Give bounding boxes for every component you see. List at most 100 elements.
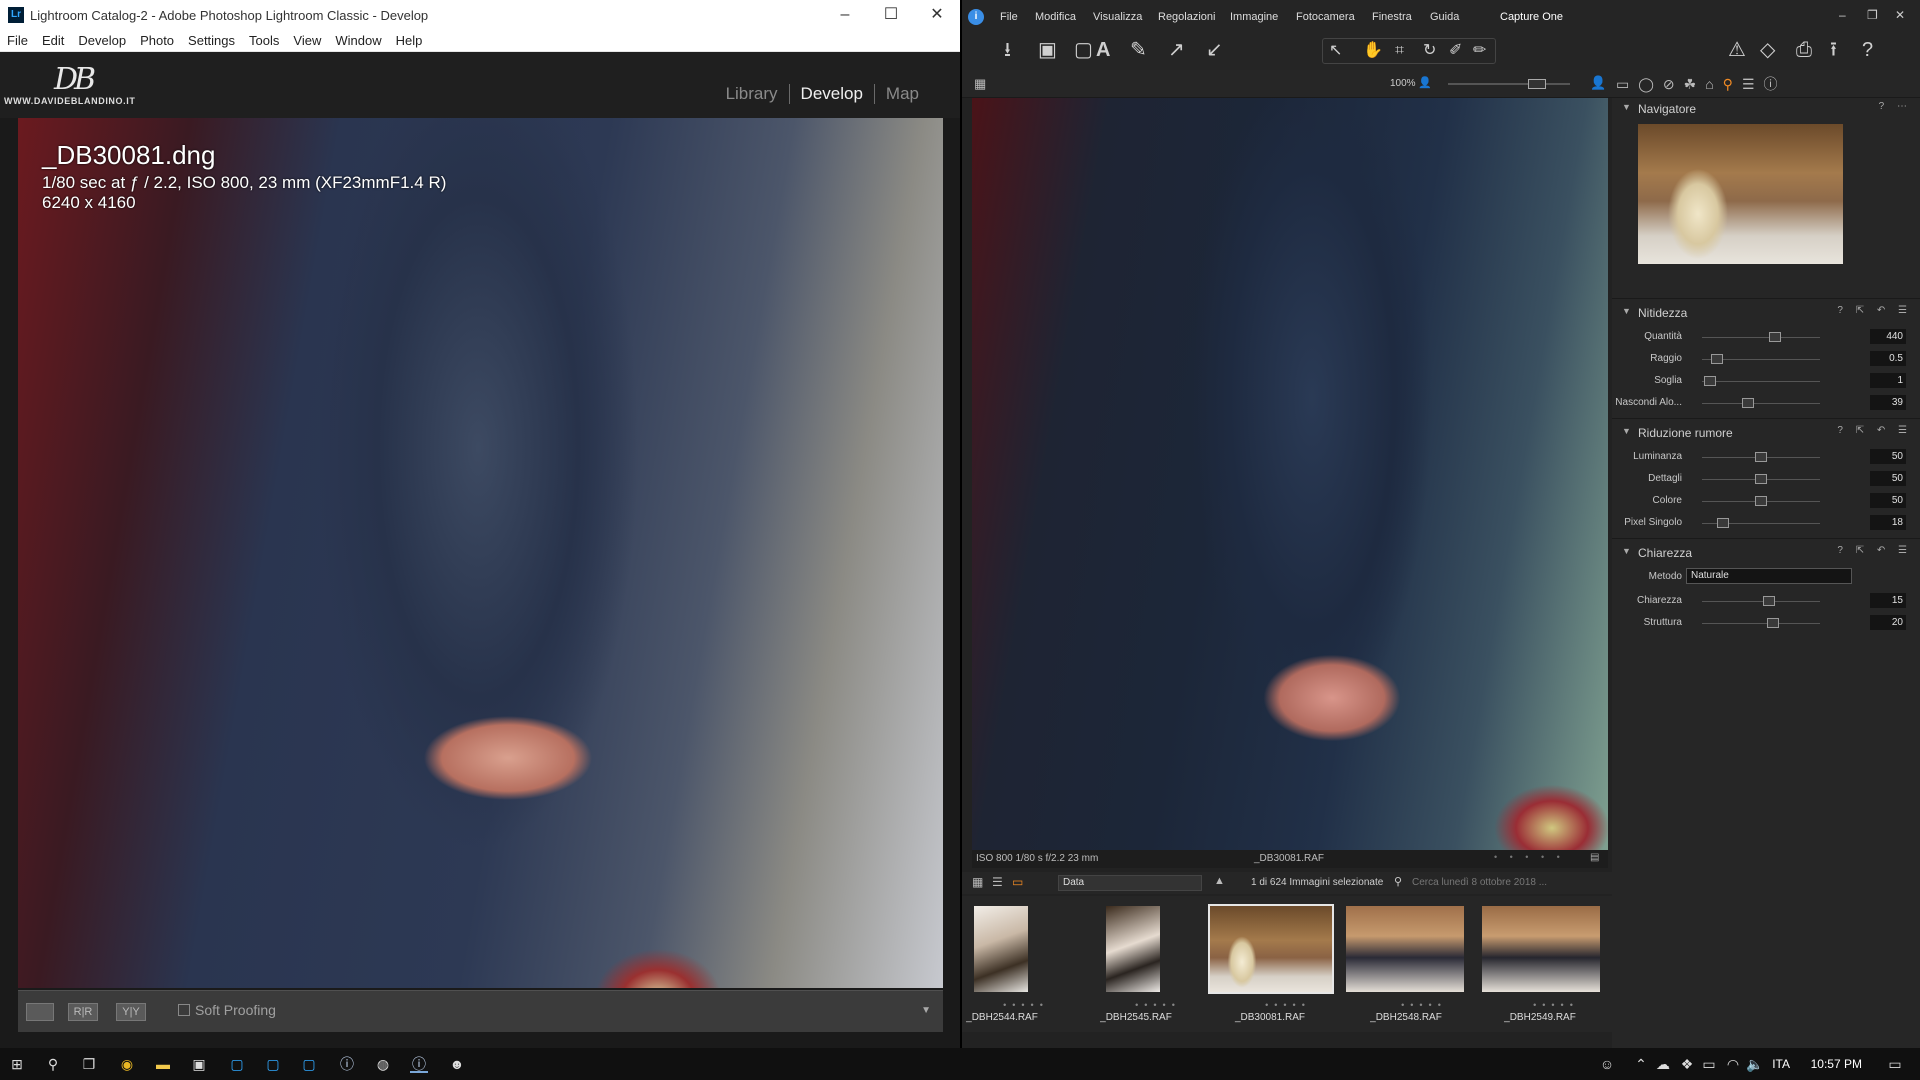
slider-soglia[interactable]: Soglia 1	[1612, 372, 1920, 390]
thumbnail[interactable]	[972, 904, 1030, 994]
task-view-icon[interactable]: ❐	[80, 1055, 98, 1073]
c1-menu-modifica[interactable]: Modifica	[1035, 11, 1076, 23]
c1-menu-guida[interactable]: Guida	[1430, 11, 1459, 23]
start-windows-icon[interactable]: ⊞	[8, 1055, 26, 1073]
c1-maximize-button[interactable]: ❐	[1867, 8, 1878, 22]
slider-track[interactable]	[1702, 623, 1820, 624]
status-rating-dots[interactable]: • • • • •	[1494, 852, 1565, 862]
slider-value[interactable]: 50	[1870, 449, 1906, 464]
maximize-button[interactable]: ☐	[868, 0, 914, 30]
close-button[interactable]: ✕	[914, 0, 960, 30]
color-tab-icon[interactable]: ☘	[1684, 76, 1706, 92]
section-actions[interactable]: ? ⋯	[1879, 101, 1912, 112]
module-library[interactable]: Library	[715, 84, 789, 104]
search-icon[interactable]: ⚲	[1394, 875, 1402, 888]
navigator-header[interactable]: ▼ Navigatore ? ⋯	[1612, 98, 1920, 120]
photoshop-taskbar-icon[interactable]: ▢	[300, 1055, 318, 1073]
zoom-out-person-icon[interactable]: 👤	[1418, 76, 1432, 89]
thumbnail[interactable]	[1480, 904, 1602, 994]
search-icon[interactable]: ⚲	[44, 1055, 62, 1073]
store-icon[interactable]: ▣	[190, 1055, 208, 1073]
c1-menu-immagine[interactable]: Immagine	[1230, 11, 1278, 23]
tool-tabs[interactable]: ▭◯⊘☘⌂⚲☰ⓘ	[1616, 74, 1787, 94]
slider-dettagli[interactable]: Dettagli 50	[1612, 470, 1920, 488]
apply-adjustments-icon[interactable]: ↙	[1206, 40, 1223, 60]
thumbnail[interactable]	[1104, 904, 1162, 994]
color-picker-icon[interactable]: ✐	[1449, 41, 1462, 61]
globe-icon[interactable]: ◍	[374, 1055, 392, 1073]
slider-knob[interactable]	[1755, 496, 1767, 506]
browser-grid-icon[interactable]: ▦	[972, 875, 983, 889]
slider-knob[interactable]	[1742, 398, 1755, 408]
chevron-down-icon[interactable]: ▼	[1622, 306, 1631, 316]
menu-photo[interactable]: Photo	[133, 30, 181, 48]
slider-track[interactable]	[1702, 403, 1820, 404]
c1-close-button[interactable]: ✕	[1895, 8, 1905, 22]
copy-adjustments-icon[interactable]: ↗	[1168, 40, 1185, 60]
grid-view-icon[interactable]: ▦	[974, 76, 986, 92]
menu-develop[interactable]: Develop	[71, 30, 133, 48]
lens-tab-icon[interactable]: ⊘	[1663, 76, 1684, 92]
zoom-in-person-icon[interactable]: 👤	[1590, 75, 1606, 91]
c1-menu-visualizza[interactable]: Visualizza	[1093, 11, 1142, 23]
thumbnail-rating[interactable]: •••••	[1492, 1000, 1620, 1010]
noise-header[interactable]: ▼ Riduzione rumore ? ⇱ ↶ ☰	[1612, 422, 1920, 444]
section-actions[interactable]: ? ⇱ ↶ ☰	[1837, 305, 1912, 316]
dropbox-icon[interactable]: ❖	[1678, 1055, 1696, 1073]
toolbar-menu-chevron-icon[interactable]: ▼	[921, 1005, 931, 1016]
captureone-active-taskbar-icon[interactable]: ⓘ	[410, 1055, 428, 1073]
metadata-tab-icon[interactable]: ☰	[1742, 76, 1764, 92]
battery-icon[interactable]: ▭	[1700, 1055, 1718, 1073]
slider-knob[interactable]	[1711, 354, 1724, 364]
slider-colore[interactable]: Colore 50	[1612, 492, 1920, 510]
language-indicator[interactable]: ITA	[1772, 1057, 1790, 1071]
exposure-tab-icon[interactable]: ⌂	[1705, 76, 1722, 92]
menu-tools[interactable]: Tools	[242, 30, 286, 48]
before-after-yy-button[interactable]: Y|Y	[116, 1003, 146, 1021]
menu-view[interactable]: View	[286, 30, 328, 48]
sharpening-header[interactable]: ▼ Nitidezza ? ⇱ ↶ ☰	[1612, 302, 1920, 324]
c1-menu-fotocamera[interactable]: Fotocamera	[1296, 11, 1355, 23]
slider-value[interactable]: 440	[1870, 329, 1906, 344]
proof-icon[interactable]: ◇	[1760, 40, 1775, 60]
info-tab-icon[interactable]: ⓘ	[1764, 76, 1787, 92]
file-explorer-icon[interactable]: ▬	[154, 1055, 172, 1073]
thumbnail[interactable]	[1344, 904, 1466, 994]
clarity-method-row[interactable]: Metodo Naturale	[1612, 568, 1920, 586]
chevron-down-icon[interactable]: ▼	[1622, 102, 1631, 112]
brush-icon[interactable]: ✎	[1130, 40, 1147, 60]
lightroom-cc-taskbar-icon[interactable]: ▢	[264, 1055, 282, 1073]
menu-help[interactable]: Help	[389, 30, 430, 48]
print-icon[interactable]: ⎙	[1796, 40, 1812, 60]
section-actions[interactable]: ? ⇱ ↶ ☰	[1837, 545, 1912, 556]
method-select[interactable]: Naturale	[1686, 568, 1852, 584]
zoom-slider-knob[interactable]	[1528, 79, 1546, 89]
warning-icon[interactable]: ⚠	[1728, 40, 1746, 60]
slider-value[interactable]: 18	[1870, 515, 1906, 530]
slider-knob[interactable]	[1755, 474, 1767, 484]
lightroom-titlebar[interactable]: Lr Lightroom Catalog-2 - Adobe Photoshop…	[0, 0, 960, 30]
module-map[interactable]: Map	[873, 84, 930, 104]
text-tool-icon[interactable]: A	[1096, 40, 1110, 60]
menu-edit[interactable]: Edit	[35, 30, 71, 48]
thumbnail-rating[interactable]: •••••	[1360, 1000, 1488, 1010]
slider-knob[interactable]	[1704, 376, 1717, 386]
zoom-slider[interactable]	[1448, 79, 1570, 89]
browser-filmstrip-icon[interactable]: ▭	[1012, 875, 1023, 889]
navigator-preview[interactable]	[1638, 124, 1843, 264]
slider-struttura[interactable]: Struttura 20	[1612, 614, 1920, 632]
minimize-button[interactable]: –	[822, 0, 868, 30]
c1-menu-regolazioni[interactable]: Regolazioni	[1158, 11, 1215, 23]
slider-nascondi-alo[interactable]: Nascondi Alo... 39	[1612, 394, 1920, 412]
slider-quantita[interactable]: Quantità 440	[1612, 328, 1920, 346]
slider-chiarezza[interactable]: Chiarezza 15	[1612, 592, 1920, 610]
slider-knob[interactable]	[1769, 332, 1782, 342]
live-view-icon[interactable]: ▢	[1074, 40, 1093, 60]
c1-minimize-button[interactable]: –	[1839, 8, 1846, 22]
browser-list-icon[interactable]: ☰	[992, 875, 1003, 889]
before-after-button[interactable]: R|R	[68, 1003, 98, 1021]
slider-value[interactable]: 0.5	[1870, 351, 1906, 366]
slider-luminanza[interactable]: Luminanza 50	[1612, 448, 1920, 466]
soft-proofing-checkbox[interactable]	[178, 1004, 190, 1016]
captureone-taskbar-icon[interactable]: ⓘ	[338, 1055, 356, 1073]
